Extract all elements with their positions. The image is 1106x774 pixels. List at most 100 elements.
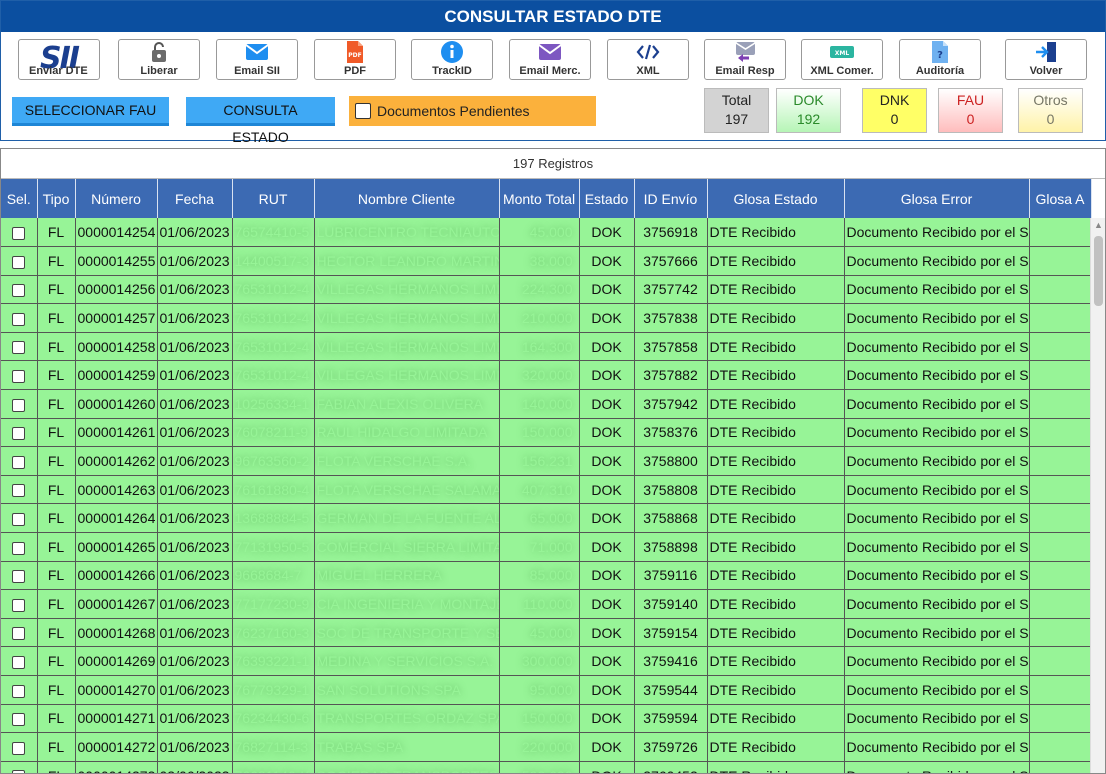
column-header[interactable]: Estado (579, 179, 635, 218)
code-icon (635, 40, 661, 64)
row-checkbox[interactable] (12, 455, 26, 469)
row-checkbox[interactable] (12, 627, 26, 641)
table-row[interactable]: FL 0000014257 01/06/2023 76531012-4 VILLEGAS… (1, 303, 1092, 333)
row-checkbox[interactable] (12, 427, 26, 441)
row-select-cell (1, 418, 38, 448)
cell-glosa-a (1029, 218, 1092, 248)
row-checkbox[interactable] (12, 741, 26, 755)
volver-button[interactable]: Volver (1005, 39, 1087, 80)
cell-monto: 45.000 (499, 218, 580, 248)
table-row[interactable]: FL 0000014271 01/06/2023 76234430-6 TRANSPOR… (1, 704, 1092, 734)
row-checkbox[interactable] (12, 513, 26, 527)
row-checkbox[interactable] (12, 284, 26, 298)
exit-icon (1033, 40, 1059, 64)
table-row[interactable]: FL 0000014272 01/06/2023 76827114-3 TRABAS S… (1, 732, 1092, 762)
vertical-scrollbar[interactable]: ▲ (1090, 218, 1105, 773)
pdf-button[interactable]: PDF PDF (314, 39, 396, 80)
row-checkbox[interactable] (12, 656, 26, 669)
table-row[interactable]: FL 0000014270 01/06/2023 76779329-1 SAN SOLU… (1, 675, 1092, 705)
documentos-pendientes-checkbox[interactable] (355, 103, 371, 119)
cell-nombre: SOCIEDAD TRANSPORTES (314, 761, 500, 773)
table-row[interactable]: FL 0000014267 01/06/2023 77177230-9 CIA INGE… (1, 589, 1092, 619)
row-checkbox[interactable] (12, 541, 26, 555)
table-row[interactable]: FL 0000014264 01/06/2023 13688884-5 GERMAN D… (1, 503, 1092, 534)
cell-glosa-estado: DTE Recibido (707, 532, 845, 562)
table-row[interactable]: FL 0000014254 01/06/2023 76574410-5 LUBRICEN… (1, 218, 1092, 248)
page-title: CONSULTAR ESTADO DTE (1, 1, 1105, 32)
column-header[interactable]: RUT (232, 179, 315, 218)
cell-fecha: 01/06/2023 (157, 675, 233, 705)
stat-total-label: Total (721, 92, 752, 108)
cell-glosa-error: Documento Recibido por el SII (844, 332, 1030, 362)
cell-estado: DOK (579, 418, 635, 448)
table-row[interactable]: FL 0000014256 01/06/2023 76531012-4 VILLEGAS… (1, 275, 1092, 305)
email-sii-button[interactable]: Email SII (216, 39, 298, 80)
email-resp-button[interactable]: Email Resp (704, 39, 786, 80)
stat-dnk-value: 0 (890, 111, 899, 127)
cell-tipo: FL (37, 218, 76, 248)
enviar-dte-button[interactable]: SII Enviar DTE (18, 39, 100, 80)
column-header[interactable]: Nombre Cliente (314, 179, 500, 218)
xml-button[interactable]: XML (607, 39, 689, 80)
auditoria-button[interactable]: ? Auditoría (899, 39, 981, 80)
row-checkbox[interactable] (12, 226, 26, 240)
column-header[interactable]: ID Envío (634, 179, 708, 218)
liberar-button[interactable]: Liberar (118, 39, 200, 80)
table-row[interactable]: FL 0000014265 01/06/2023 77131950-5 COMERCIA… (1, 532, 1092, 562)
row-checkbox[interactable] (12, 255, 26, 269)
row-checkbox[interactable] (12, 684, 26, 698)
cell-id-envio: 3757742 (634, 275, 708, 305)
trackid-button[interactable]: TrackID (411, 39, 493, 80)
row-checkbox[interactable] (12, 398, 26, 412)
row-checkbox[interactable] (12, 770, 26, 773)
row-checkbox[interactable] (12, 570, 26, 584)
cell-glosa-a (1029, 704, 1092, 734)
cell-nombre: VILLEGAS HERMANOS LIMITADA (314, 303, 500, 333)
consulta-estado-button[interactable]: CONSULTA ESTADO (186, 97, 335, 145)
scroll-thumb[interactable] (1094, 236, 1103, 306)
table-row[interactable]: FL 0000014266 01/06/2023 9668684-7 MIGUEL HE… (1, 561, 1092, 591)
column-header[interactable]: Número (75, 179, 158, 218)
row-checkbox[interactable] (12, 341, 26, 355)
table-row[interactable]: FL 0000014263 01/06/2023 76161880-4 FLOTA VE… (1, 475, 1092, 505)
column-header[interactable]: Sel. (1, 179, 38, 218)
table-row[interactable]: FL 0000014258 01/06/2023 76531012-4 VILLEGAS… (1, 332, 1092, 362)
cell-monto: 156.231 (499, 446, 580, 476)
column-header[interactable]: Fecha (157, 179, 233, 218)
row-checkbox[interactable] (12, 713, 26, 727)
stat-dnk-label: DNK (879, 92, 910, 108)
seleccionar-fau-button[interactable]: SELECCIONAR FAU (12, 97, 169, 126)
xml-comer-button[interactable]: XML XML Comer. (801, 39, 883, 80)
cell-fecha: 01/06/2023 (157, 275, 233, 305)
scroll-up-icon[interactable]: ▲ (1094, 220, 1103, 230)
cell-fecha: 01/06/2023 (157, 503, 233, 534)
table-row[interactable]: FL 0000014268 01/06/2023 76237160-3 SOC DE T… (1, 618, 1092, 648)
table-row[interactable]: FL 0000014260 01/06/2023 10256334-1 FABIAN A… (1, 389, 1092, 419)
row-checkbox[interactable] (12, 312, 26, 326)
column-header[interactable]: Glosa Error (844, 179, 1030, 218)
column-header[interactable]: Glosa Estado (707, 179, 845, 218)
table-row[interactable]: FL000001427302/06/202376681140-KSOCIEDAD… (1, 761, 1092, 773)
table-row[interactable]: FL 0000014259 01/06/2023 76531012-4 VILLEGAS… (1, 360, 1092, 391)
documentos-pendientes-toggle[interactable]: Documentos Pendientes (349, 96, 596, 126)
cell-glosa-error: Documento Recibido por el SII (844, 218, 1030, 248)
table-row[interactable]: FL 0000014262 01/06/2023 96763560-2 FLOTA VE… (1, 446, 1092, 476)
table-row[interactable]: FL 0000014269 01/06/2023 76393221-1 MEDINA Y… (1, 646, 1092, 676)
email-merc-button[interactable]: Email Merc. (509, 39, 591, 80)
column-header[interactable]: Glosa A (1029, 179, 1092, 218)
pdf-label: PDF (344, 65, 366, 77)
row-checkbox[interactable] (12, 484, 26, 498)
row-select-cell (1, 303, 38, 333)
row-checkbox[interactable] (12, 370, 26, 384)
stat-otros: Otros 0 (1018, 88, 1083, 133)
table-row[interactable]: FL 0000014255 01/06/2023 14400517-3 HECTOR L… (1, 246, 1092, 276)
table-row[interactable]: FL 0000014261 01/06/2023 76078211-9 RAUL HID… (1, 418, 1092, 448)
column-header[interactable]: Tipo (37, 179, 76, 218)
cell-nombre: RAUL HIDALGO LIMITADA (314, 418, 500, 448)
cell-numero: 0000014259 (75, 360, 158, 391)
cell-glosa-error: Documento Recibido por el SII (844, 732, 1030, 762)
column-header[interactable]: Monto Total (499, 179, 580, 218)
cell-id-envio: 3759416 (634, 646, 708, 676)
row-checkbox[interactable] (12, 598, 26, 612)
cell-glosa-estado: DTE Recibido (707, 360, 845, 391)
